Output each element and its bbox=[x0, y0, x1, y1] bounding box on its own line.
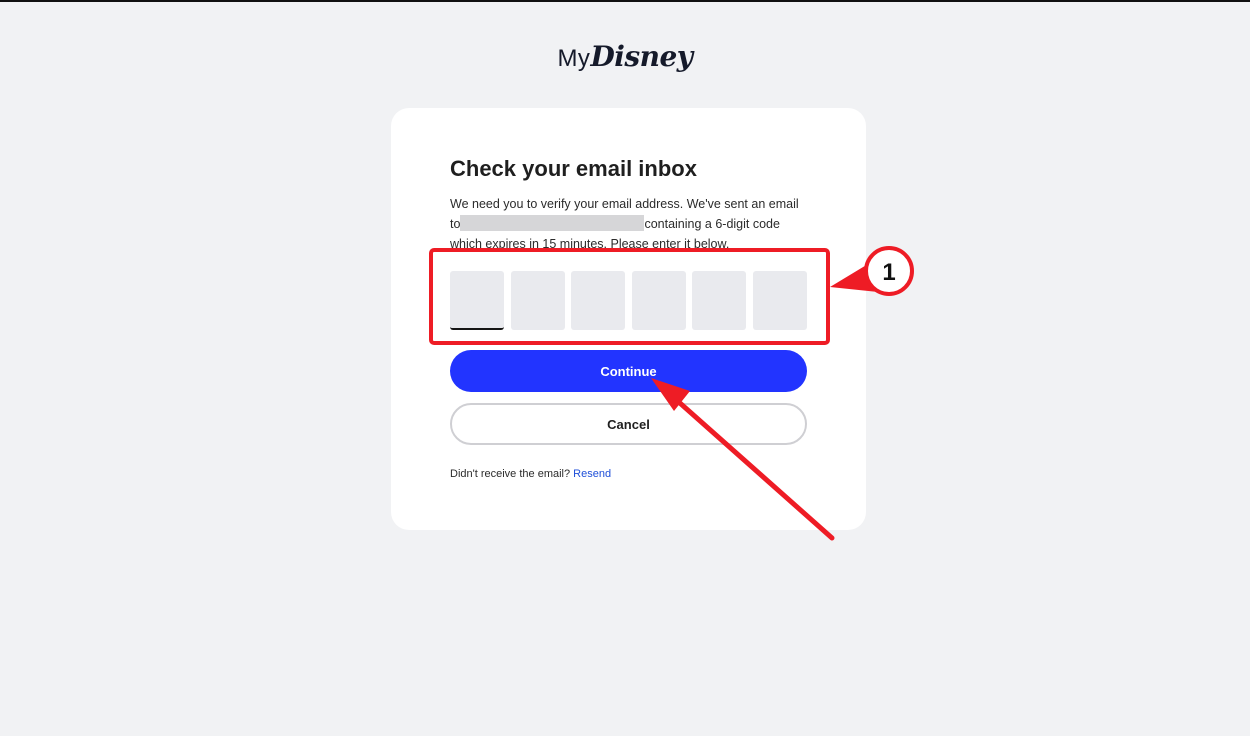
mydisney-logo: MyDisney bbox=[0, 40, 1250, 73]
step-number: 1 bbox=[882, 259, 895, 286]
description-line-1: We need you to verify your email address… bbox=[450, 197, 799, 211]
description-to: to bbox=[450, 217, 461, 231]
annotation-highlight-box bbox=[429, 248, 830, 345]
verify-description: We need you to verify your email address… bbox=[450, 194, 810, 254]
step-number-badge bbox=[864, 246, 914, 296]
redacted-email bbox=[460, 215, 645, 231]
description-line-2-rest: containing a 6-digit code bbox=[644, 217, 780, 231]
cancel-button[interactable]: Cancel bbox=[450, 403, 807, 445]
logo-prefix: My bbox=[557, 45, 591, 72]
page-title: Check your email inbox bbox=[450, 156, 697, 181]
resend-link[interactable]: Resend bbox=[573, 468, 611, 480]
continue-button[interactable]: Continue bbox=[450, 350, 807, 392]
resend-row: Didn't receive the email? Resend bbox=[450, 468, 611, 480]
logo-brand: Disney bbox=[590, 40, 693, 73]
description-line-2: to containing a 6-digit code bbox=[450, 214, 810, 234]
resend-prompt: Didn't receive the email? bbox=[450, 468, 571, 480]
top-border bbox=[0, 0, 1250, 2]
